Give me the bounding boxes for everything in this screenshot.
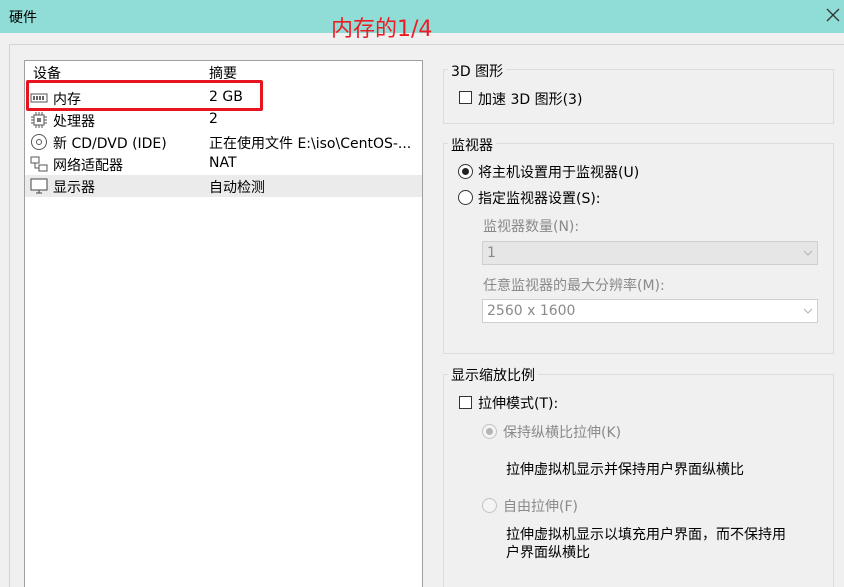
display-icon	[30, 177, 48, 195]
max-resolution-value: 2560 x 1600	[487, 303, 576, 319]
specify-monitor-radio[interactable]	[458, 190, 473, 205]
device-name: 新 CD/DVD (IDE)	[53, 136, 167, 152]
window-title: 硬件	[9, 10, 37, 26]
cd-dvd-icon	[30, 133, 48, 151]
free-stretch-label[interactable]: 自由拉伸(F)	[503, 496, 578, 516]
panel-border-left	[9, 44, 10, 587]
panel-border-top	[9, 44, 844, 45]
device-name: 显示器	[53, 180, 95, 196]
specify-monitor-label[interactable]: 指定监视器设置(S):	[478, 188, 601, 208]
device-name: 网络适配器	[53, 158, 123, 174]
network-icon	[30, 155, 48, 173]
device-summary: 自动检测	[209, 180, 265, 196]
keep-aspect-description: 拉伸虚拟机显示并保持用户界面纵横比	[506, 462, 744, 478]
monitor-count-dropdown[interactable]: 1	[482, 241, 818, 265]
free-stretch-radio[interactable]	[482, 498, 497, 513]
accelerate-3d-checkbox[interactable]	[459, 91, 472, 104]
device-row-processor[interactable]: 处理器 2	[25, 109, 422, 131]
processor-icon	[30, 111, 48, 129]
device-summary: 2	[209, 111, 218, 127]
chevron-down-icon	[803, 249, 813, 257]
device-name: 处理器	[53, 114, 95, 130]
close-button[interactable]	[822, 4, 844, 26]
stretch-mode-label[interactable]: 拉伸模式(T):	[478, 393, 558, 413]
device-row-cd-dvd[interactable]: 新 CD/DVD (IDE) 正在使用文件 E:\iso\CentOS-...	[25, 131, 422, 153]
use-host-radio[interactable]	[458, 164, 473, 179]
keep-aspect-label[interactable]: 保持纵横比拉伸(K)	[503, 422, 621, 442]
annotation-text: 内存的1/4	[331, 17, 433, 42]
free-stretch-description-line2: 户界面纵横比	[506, 545, 590, 561]
monitor-count-label: 监视器数量(N):	[483, 219, 580, 235]
device-name: 内存	[53, 92, 81, 108]
device-row-network[interactable]: 网络适配器 NAT	[25, 153, 422, 175]
device-summary: 正在使用文件 E:\iso\CentOS-...	[209, 136, 412, 152]
group-display-scaling-title: 显示缩放比例	[448, 365, 538, 385]
chevron-down-icon	[803, 307, 813, 315]
max-resolution-label: 任意监视器的最大分辨率(M):	[483, 278, 665, 294]
max-resolution-dropdown[interactable]: 2560 x 1600	[482, 299, 818, 323]
monitor-count-value: 1	[487, 245, 496, 261]
device-summary: 2 GB	[209, 89, 243, 105]
device-row-memory[interactable]: 内存 2 GB	[25, 87, 422, 109]
device-row-display[interactable]: 显示器 自动检测	[25, 175, 422, 197]
device-summary: NAT	[209, 155, 237, 171]
column-header-device[interactable]: 设备	[33, 63, 61, 83]
accelerate-3d-label[interactable]: 加速 3D 图形(3)	[478, 89, 582, 109]
group-monitor-title: 监视器	[448, 135, 496, 155]
group-3d-graphics-title: 3D 图形	[448, 61, 507, 81]
free-stretch-description-line1: 拉伸虚拟机显示以填充用户界面，而不保持用	[506, 527, 786, 543]
device-list-header: 设备 摘要	[25, 61, 422, 82]
close-icon	[826, 8, 840, 22]
memory-icon	[30, 89, 48, 107]
stretch-mode-checkbox[interactable]	[459, 396, 472, 409]
device-list[interactable]: 设备 摘要 内存 2 GB 处理器 2 新 CD/DVD (IDE) 正在使用文…	[24, 60, 423, 587]
use-host-label[interactable]: 将主机设置用于监视器(U)	[478, 162, 639, 182]
keep-aspect-radio[interactable]	[482, 424, 497, 439]
column-header-summary[interactable]: 摘要	[209, 63, 237, 83]
